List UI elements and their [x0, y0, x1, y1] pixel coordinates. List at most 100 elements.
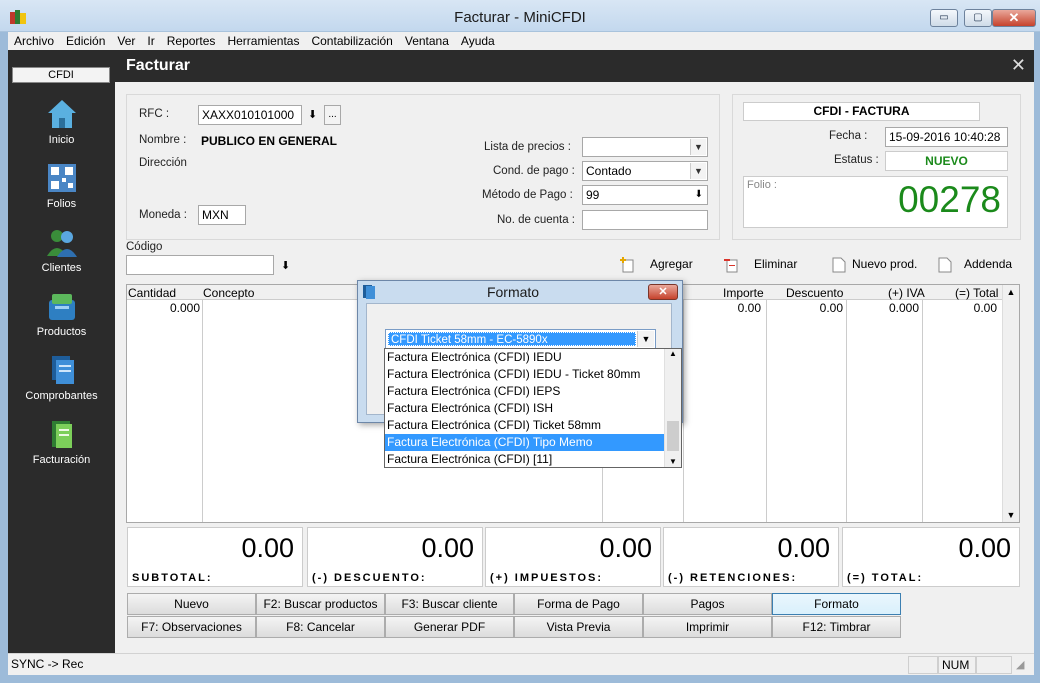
- agregar-button[interactable]: Agregar: [620, 257, 693, 273]
- retenciones-label: (-) RETENCIONES:: [668, 572, 798, 584]
- codigo-download-icon[interactable]: ⬇: [281, 259, 290, 272]
- invoice-icon: [51, 421, 72, 448]
- cell-total[interactable]: 0.00: [922, 301, 997, 315]
- col-descuento[interactable]: Descuento: [786, 286, 843, 300]
- document-icon: [938, 257, 952, 273]
- menu-herramientas[interactable]: Herramientas: [221, 32, 305, 50]
- menu-archivo[interactable]: Archivo: [8, 32, 60, 50]
- sidebar-header[interactable]: CFDI: [12, 67, 110, 83]
- lista-precios-select[interactable]: ▼: [582, 137, 708, 157]
- dropdown-option-highlighted[interactable]: Factura Electrónica (CFDI) Tipo Memo: [385, 434, 664, 451]
- rfc-browse-button[interactable]: ...: [324, 105, 341, 125]
- sidebar-item-inicio[interactable]: Inicio: [8, 98, 115, 146]
- col-concepto[interactable]: Concepto: [203, 286, 254, 300]
- cell-cantidad[interactable]: 0.000: [127, 301, 200, 315]
- cell-importe[interactable]: 0.00: [683, 301, 761, 315]
- col-importe[interactable]: Importe: [723, 286, 764, 300]
- scroll-up-icon[interactable]: ▲: [1003, 287, 1019, 297]
- impuestos-label: (+) IMPUESTOS:: [490, 572, 604, 584]
- imprimir-button[interactable]: Imprimir: [643, 616, 772, 638]
- sidebar-item-facturacion[interactable]: Facturación: [8, 418, 115, 466]
- dropdown-option[interactable]: Factura Electrónica (CFDI) ISH: [385, 400, 664, 417]
- chevron-down-icon: ▼: [690, 139, 706, 155]
- menu-contabilizacion[interactable]: Contabilización: [305, 32, 398, 50]
- scroll-up-icon[interactable]: ▲: [665, 349, 681, 358]
- metodo-pago-input[interactable]: 99 ⬇: [582, 185, 708, 205]
- dropdown-option[interactable]: Factura Electrónica (CFDI) IEDU - Ticket…: [385, 366, 664, 383]
- menu-ver[interactable]: Ver: [111, 32, 141, 50]
- grid-scrollbar[interactable]: ▲ ▼: [1002, 285, 1019, 522]
- formato-button[interactable]: Formato: [772, 593, 901, 615]
- cuenta-input[interactable]: [582, 210, 708, 230]
- rfc-download-icon[interactable]: ⬇: [308, 108, 317, 121]
- rfc-input[interactable]: XAXX010101000: [198, 105, 302, 125]
- vista-previa-button[interactable]: Vista Previa: [514, 616, 643, 638]
- menu-ventana[interactable]: Ventana: [399, 32, 455, 50]
- nuevo-prod-label: Nuevo prod.: [852, 257, 918, 272]
- status-cell: [908, 656, 938, 674]
- cancelar-button[interactable]: F8: Cancelar: [256, 616, 385, 638]
- close-page-icon[interactable]: ✕: [1011, 55, 1026, 76]
- sidebar-item-productos[interactable]: Productos: [8, 290, 115, 338]
- pagos-button[interactable]: Pagos: [643, 593, 772, 615]
- generar-pdf-button[interactable]: Generar PDF: [385, 616, 514, 638]
- close-window-button[interactable]: ✕: [992, 9, 1036, 27]
- scroll-down-icon[interactable]: ▼: [1003, 510, 1019, 520]
- documents-icon: [51, 356, 74, 384]
- dialog-close-button[interactable]: ✕: [648, 284, 678, 300]
- sidebar-item-clientes[interactable]: Clientes: [8, 226, 115, 274]
- download-icon[interactable]: ⬇: [695, 186, 703, 204]
- fecha-input[interactable]: 15-09-2016 10:40:28: [885, 127, 1008, 147]
- dropdown-scrollbar[interactable]: ▲ ▼: [664, 349, 681, 467]
- eliminar-label: Eliminar: [754, 257, 798, 272]
- forma-pago-button[interactable]: Forma de Pago: [514, 593, 643, 615]
- cfdi-panel: CFDI - FACTURA Fecha : 15-09-2016 10:40:…: [732, 94, 1021, 240]
- sidebar-item-comprobantes[interactable]: Comprobantes: [8, 354, 115, 402]
- scroll-thumb[interactable]: [667, 421, 679, 451]
- moneda-input[interactable]: MXN: [198, 205, 246, 225]
- customer-panel: RFC : XAXX010101000 ⬇ ... Nombre : PUBLI…: [126, 94, 720, 240]
- cell-descuento[interactable]: 0.00: [766, 301, 843, 315]
- col-total[interactable]: (=) Total: [955, 286, 998, 300]
- lista-precios-label: Lista de precios :: [484, 141, 571, 153]
- nuevo-prod-button[interactable]: Nuevo prod.: [832, 257, 917, 273]
- cond-pago-value: Contado: [586, 164, 632, 178]
- nuevo-button[interactable]: Nuevo: [127, 593, 256, 615]
- menu-bar: Archivo Edición Ver Ir Reportes Herramientas C…: [8, 32, 1034, 50]
- descuento-box: 0.00 (-) DESCUENTO:: [307, 527, 483, 587]
- col-cantidad[interactable]: Cantidad: [128, 286, 176, 300]
- dialog-title: Formato: [486, 284, 540, 300]
- scroll-down-icon[interactable]: ▼: [665, 457, 681, 466]
- chevron-down-icon[interactable]: ▼: [637, 331, 654, 347]
- timbrar-button[interactable]: F12: Timbrar: [772, 616, 901, 638]
- codigo-input[interactable]: [126, 255, 274, 275]
- cell-iva[interactable]: 0.000: [846, 301, 919, 315]
- sync-status: SYNC -> Rec: [11, 657, 84, 671]
- total-box: 0.00 (=) TOTAL:: [842, 527, 1020, 587]
- col-iva[interactable]: (+) IVA: [888, 286, 925, 300]
- status-cell: [976, 656, 1012, 674]
- dropdown-option[interactable]: Factura Electrónica (CFDI) IEDU: [385, 349, 664, 366]
- sidebar-item-folios[interactable]: Folios: [8, 162, 115, 210]
- eliminar-button[interactable]: Eliminar: [724, 257, 797, 273]
- buscar-productos-button[interactable]: F2: Buscar productos: [256, 593, 385, 615]
- menu-ir[interactable]: Ir: [141, 32, 160, 50]
- status-badge: NUEVO: [885, 151, 1008, 171]
- impuestos-box: 0.00 (+) IMPUESTOS:: [485, 527, 661, 587]
- observaciones-button[interactable]: F7: Observaciones: [127, 616, 256, 638]
- buscar-cliente-button[interactable]: F3: Buscar cliente: [385, 593, 514, 615]
- maximize-button[interactable]: ▢: [964, 9, 992, 27]
- menu-reportes[interactable]: Reportes: [161, 32, 222, 50]
- cond-pago-select[interactable]: Contado ▼: [582, 161, 708, 181]
- resize-grip-icon[interactable]: ◢: [1016, 658, 1024, 671]
- menu-edicion[interactable]: Edición: [60, 32, 111, 50]
- minimize-button[interactable]: ▭: [930, 9, 958, 27]
- menu-ayuda[interactable]: Ayuda: [455, 32, 501, 50]
- dropdown-option[interactable]: Factura Electrónica (CFDI) Ticket 58mm: [385, 417, 664, 434]
- dropdown-option[interactable]: Factura Electrónica (CFDI) IEPS: [385, 383, 664, 400]
- dropdown-option[interactable]: Factura Electrónica (CFDI) [11]: [385, 451, 664, 468]
- formato-select[interactable]: CFDI Ticket 58mm - EC-5890x ▼: [385, 329, 656, 349]
- folio-number: 00278: [898, 179, 1001, 220]
- addenda-button[interactable]: Addenda: [938, 257, 1012, 273]
- formato-selected-value: CFDI Ticket 58mm - EC-5890x: [388, 332, 636, 346]
